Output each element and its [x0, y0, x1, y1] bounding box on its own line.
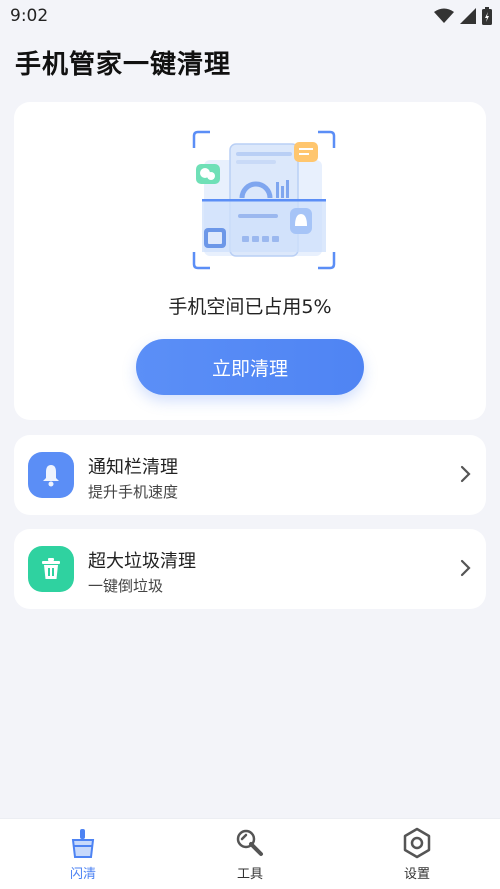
clean-now-button[interactable]: 立即清理	[136, 339, 364, 395]
page-title: 手机管家一键清理	[15, 50, 232, 80]
bell-icon	[28, 452, 74, 498]
wifi-icon	[434, 8, 454, 23]
status-icons	[434, 6, 492, 26]
notification-clean-card[interactable]: 通知栏清理 提升手机速度	[14, 435, 486, 515]
status-time: 9:02	[10, 6, 49, 26]
chevron-right-icon	[460, 559, 471, 577]
status-bar: 9:02	[0, 0, 500, 34]
nav-item-settings[interactable]: 设置	[377, 827, 457, 887]
wrench-icon	[236, 829, 263, 856]
nav-item-tools[interactable]: 工具	[210, 827, 290, 887]
feature-title: 超大垃圾清理	[88, 551, 196, 572]
bottom-nav: 闪清 工具 设置	[0, 818, 500, 889]
nav-label: 设置	[403, 867, 430, 882]
broom-icon	[71, 829, 95, 858]
storage-usage-text: 手机空间已占用5%	[168, 296, 332, 318]
feature-subtitle: 提升手机速度	[88, 483, 179, 501]
nav-label: 闪清	[69, 867, 96, 882]
chevron-right-icon	[460, 465, 471, 483]
nav-item-flash-clean[interactable]: 闪清	[43, 827, 123, 887]
storage-card: 手机空间已占用5% 立即清理	[14, 102, 486, 420]
feature-subtitle: 一键倒垃圾	[88, 577, 164, 595]
signal-icon	[460, 8, 476, 24]
feature-title: 通知栏清理	[88, 457, 178, 478]
nav-label: 工具	[236, 867, 263, 882]
battery-icon	[482, 7, 492, 25]
phone-scan-illustration	[192, 130, 336, 270]
gear-icon	[403, 827, 431, 859]
large-junk-clean-card[interactable]: 超大垃圾清理 一键倒垃圾	[14, 529, 486, 609]
trash-icon	[28, 546, 74, 592]
